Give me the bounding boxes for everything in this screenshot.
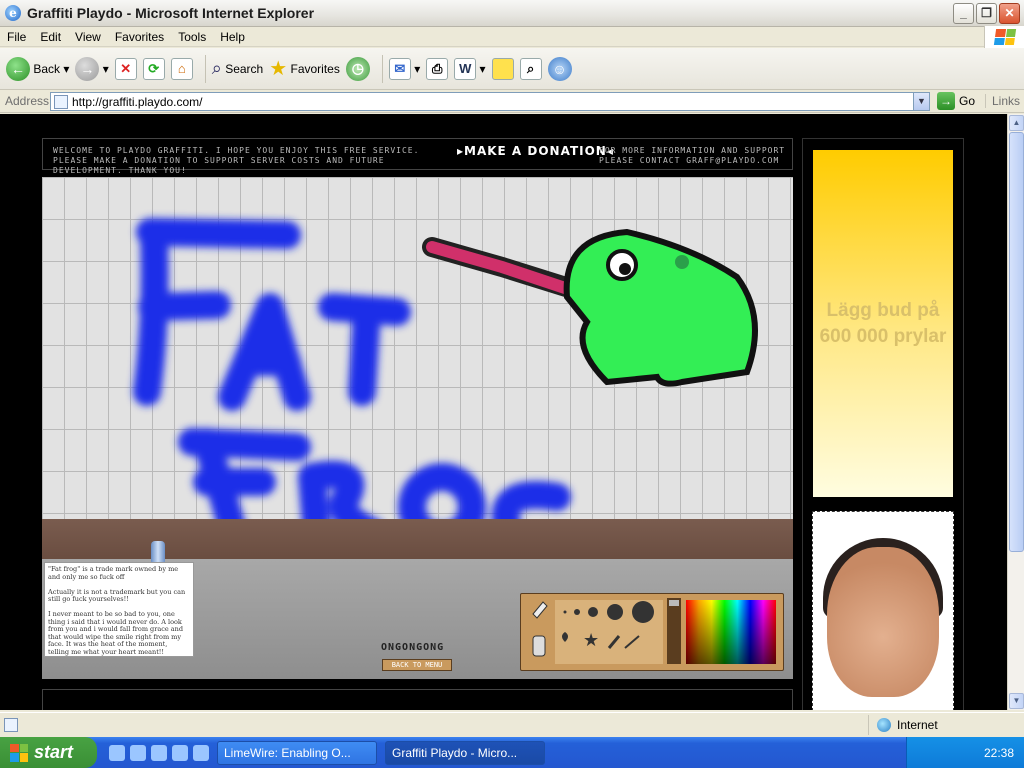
menu-help[interactable]: Help [213, 30, 252, 44]
go-arrow-icon: → [937, 92, 955, 110]
history-icon: ◷ [345, 56, 370, 81]
back-button[interactable]: ← Back ▾ [6, 56, 69, 81]
close-button[interactable]: ✕ [999, 3, 1020, 24]
home-button[interactable]: ⌂ [170, 57, 193, 80]
welcome-banner: WELCOME TO PLAYDO GRAFFITI. I HOPE YOU E… [42, 138, 793, 175]
clock[interactable]: 22:38 [984, 746, 1014, 760]
forward-arrow-icon: → [75, 56, 100, 81]
title-bar: e Graffiti Playdo - Microsoft Internet E… [0, 0, 1024, 27]
print-icon: ⎙ [426, 57, 449, 80]
vertical-scrollbar[interactable]: ▲ ▼ [1007, 114, 1024, 710]
task-ie[interactable]: Graffiti Playdo - Micro... [385, 740, 545, 765]
contact-text: FOR MORE INFORMATION AND SUPPORT PLEASE … [599, 146, 786, 165]
spray-icon[interactable] [532, 635, 546, 657]
frog-drawing [422, 228, 758, 387]
zone-label: Internet [897, 718, 938, 732]
desktop-quicklaunch-icon[interactable] [172, 744, 188, 761]
refresh-button[interactable]: ⟳ [142, 57, 165, 80]
address-url: http://graffiti.playdo.com/ [72, 94, 203, 109]
research-button[interactable]: ⌕ [519, 57, 542, 80]
welcome-text: WELCOME TO PLAYDO GRAFFITI. I HOPE YOU E… [53, 146, 420, 175]
advertisement-banner[interactable]: Lägg bud på 600 000 prylar [813, 150, 953, 497]
stop-icon: ✕ [114, 57, 137, 80]
task-limewire[interactable]: LimeWire: Enabling O... [217, 740, 377, 765]
back-label: Back [33, 61, 61, 76]
back-to-menu-button[interactable]: BACK TO MENU [382, 659, 452, 671]
search-label: Search [225, 61, 264, 76]
quick-launch [109, 744, 209, 761]
mail-icon: ✉ [388, 57, 411, 80]
donation-label: MAKE A DONATION [464, 144, 607, 158]
donation-link[interactable]: ▸MAKE A DONATION◂ [457, 144, 614, 158]
menu-file[interactable]: File [0, 30, 33, 44]
menu-view[interactable]: View [68, 30, 108, 44]
start-label: start [34, 742, 74, 762]
address-label: Address [5, 94, 50, 108]
child-photo[interactable] [812, 511, 954, 710]
system-tray: 22:38 [906, 737, 1024, 768]
bottom-frame [42, 689, 793, 710]
svg-text:★: ★ [583, 630, 599, 651]
edit-button[interactable]: W ▾ [454, 57, 486, 80]
globe-icon [877, 718, 891, 732]
app-quicklaunch-icon[interactable] [193, 744, 209, 761]
media-quicklaunch-icon[interactable] [151, 744, 167, 761]
go-label: Go [959, 94, 976, 108]
favorites-button[interactable]: ★ Favorites [269, 56, 340, 81]
color-palette[interactable] [686, 600, 776, 664]
mail-button[interactable]: ✉ ▾ [388, 57, 420, 80]
address-input[interactable]: http://graffiti.playdo.com/ ▼ [50, 92, 930, 111]
windows-flag-icon [984, 26, 1024, 48]
page-viewport: WELCOME TO PLAYDO GRAFFITI. I HOPE YOU E… [0, 114, 1007, 710]
page-icon [54, 94, 68, 109]
search-icon: ⌕ [211, 58, 222, 78]
status-bar: Internet [0, 712, 1024, 736]
discuss-button[interactable] [491, 57, 514, 80]
page-done-icon [4, 717, 18, 732]
scroll-up-button[interactable]: ▲ [1009, 115, 1024, 131]
print-button[interactable]: ⎙ [426, 57, 449, 80]
favorites-label: Favorites [290, 61, 340, 76]
messenger-button[interactable]: ☺ [547, 56, 572, 81]
menu-edit[interactable]: Edit [33, 30, 68, 44]
pencil-icon[interactable] [532, 601, 548, 619]
ie-icon: e [5, 5, 21, 21]
standard-toolbar: ← Back ▾ → ▾ ✕ ⟳ ⌂ ⌕ Search ★ Favorites … [0, 48, 1024, 90]
scroll-thumb[interactable] [1009, 132, 1024, 552]
star-icon: ★ [269, 58, 288, 80]
menu-tools[interactable]: Tools [171, 30, 213, 44]
home-icon: ⌂ [170, 57, 193, 80]
window-title: Graffiti Playdo - Microsoft Internet Exp… [27, 5, 315, 21]
address-bar: Address http://graffiti.playdo.com/ ▼ → G… [0, 90, 1024, 113]
ie-quicklaunch-icon[interactable] [109, 744, 125, 761]
spray-can-icon[interactable] [151, 541, 165, 563]
history-button[interactable]: ◷ [345, 56, 370, 81]
search-button[interactable]: ⌕ Search [212, 58, 263, 79]
start-button[interactable]: start [0, 737, 97, 768]
minimize-button[interactable]: _ [953, 3, 974, 24]
back-arrow-icon: ← [6, 56, 30, 81]
go-button[interactable]: → Go [937, 92, 975, 110]
messenger-icon: ☺ [547, 56, 572, 81]
address-dropdown[interactable]: ▼ [913, 93, 929, 110]
scroll-down-button[interactable]: ▼ [1009, 693, 1024, 709]
artist-note: "Fat frog" is a trade mark owned by me a… [44, 562, 194, 657]
ad-text: Lägg bud på 600 000 prylar [819, 299, 947, 347]
security-zone: Internet [868, 715, 1024, 735]
artist-name: ONGONGONG [381, 642, 445, 653]
word-icon: W [454, 57, 477, 80]
restore-button[interactable]: ❐ [976, 3, 997, 24]
menu-bar: File Edit View Favorites Tools Help [0, 26, 1024, 48]
note-icon [491, 57, 514, 80]
research-icon: ⌕ [519, 57, 542, 80]
links-toolbar[interactable]: Links [984, 94, 1020, 108]
menu-favorites[interactable]: Favorites [108, 30, 171, 44]
refresh-icon: ⟳ [142, 57, 165, 80]
taskbar: start LimeWire: Enabling O... Graffiti P… [0, 737, 1024, 768]
forward-button[interactable]: → ▾ [75, 56, 109, 81]
windows-logo-icon [10, 743, 28, 762]
folder-quicklaunch-icon[interactable] [130, 744, 146, 761]
stop-button[interactable]: ✕ [114, 57, 137, 80]
